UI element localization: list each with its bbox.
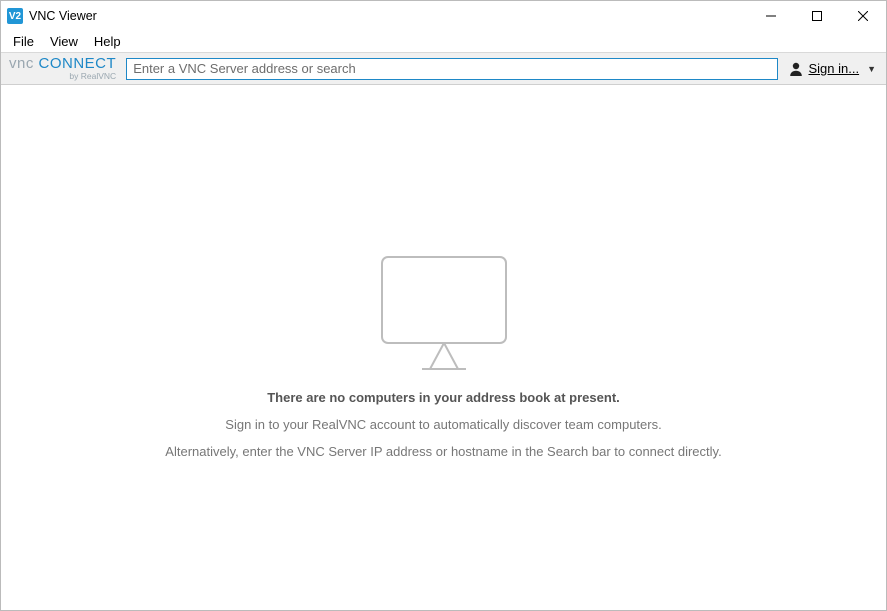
signin-label: Sign in... [808,61,859,76]
window-title: VNC Viewer [29,9,97,23]
brand-byline: by RealVNC [69,72,116,81]
chevron-down-icon: ▼ [867,64,876,74]
brand-logo-text: vnc connect [9,56,116,71]
close-button[interactable] [840,1,886,31]
search-input[interactable] [126,58,778,80]
maximize-button[interactable] [794,1,840,31]
empty-state-line1: Sign in to your RealVNC account to autom… [225,417,661,432]
toolbar: vnc connect by RealVNC Sign in... ▼ [1,53,886,85]
empty-state-line2: Alternatively, enter the VNC Server IP a… [165,444,721,459]
titlebar: V2 VNC Viewer [1,1,886,31]
maximize-icon [812,11,822,21]
menubar: File View Help [1,31,886,53]
menu-help[interactable]: Help [86,32,129,51]
empty-state-title: There are no computers in your address b… [267,390,620,405]
window-controls [748,1,886,31]
main-content: There are no computers in your address b… [1,85,886,610]
monitor-icon [374,253,514,376]
brand-logo: vnc connect by RealVNC [9,56,116,81]
brand-part2: connect [39,55,117,72]
menu-file[interactable]: File [5,32,42,51]
brand-part1: vnc [9,55,34,72]
menu-view[interactable]: View [42,32,86,51]
user-icon [788,61,804,77]
minimize-button[interactable] [748,1,794,31]
app-icon: V2 [7,8,23,24]
minimize-icon [766,11,776,21]
signin-button[interactable]: Sign in... ▼ [786,61,878,77]
close-icon [858,11,868,21]
